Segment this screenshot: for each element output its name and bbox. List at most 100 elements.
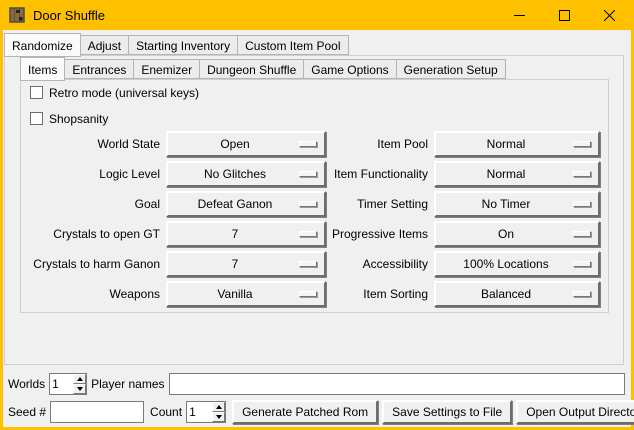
seed-input[interactable]	[50, 401, 144, 423]
logic-level-value: No Glitches	[204, 167, 266, 181]
weapons-value: Vanilla	[217, 287, 252, 301]
count-spinner-arrows	[212, 402, 225, 422]
count-label: Count	[150, 405, 182, 419]
seed-label: Seed #	[8, 405, 46, 419]
item-functionality-label: Item Functionality	[332, 161, 428, 187]
logic-level-label: Logic Level	[24, 161, 160, 187]
dropdown-indicator-icon	[299, 261, 317, 267]
crystals-open-gt-label: Crystals to open GT	[24, 221, 160, 247]
item-pool-value: Normal	[487, 137, 526, 151]
maximize-icon	[559, 10, 570, 21]
crystals-harm-ganon-dropdown[interactable]: 7	[166, 251, 326, 277]
item-sorting-value: Balanced	[481, 287, 531, 301]
goal-value: Defeat Ganon	[198, 197, 273, 211]
dropdown-indicator-icon	[299, 201, 317, 207]
crystals-open-gt-dropdown[interactable]: 7	[166, 221, 326, 247]
spinner-up-icon	[77, 377, 83, 381]
worlds-spinner	[49, 373, 87, 395]
progressive-items-value: On	[498, 227, 514, 241]
crystals-harm-ganon-value: 7	[232, 257, 239, 271]
spinner-up-icon	[216, 405, 222, 409]
count-spinner	[186, 401, 226, 423]
dropdown-indicator-icon	[573, 141, 591, 147]
item-pool-dropdown[interactable]: Normal	[434, 131, 600, 157]
goal-dropdown[interactable]: Defeat Ganon	[166, 191, 326, 217]
close-button[interactable]	[587, 0, 632, 30]
count-spin-down-button[interactable]	[212, 412, 225, 422]
dropdown-indicator-icon	[573, 231, 591, 237]
tab-adjust[interactable]: Adjust	[80, 35, 129, 55]
minimize-button[interactable]	[497, 0, 542, 30]
player-names-input[interactable]	[169, 373, 626, 395]
primary-tab-bar: Randomize Adjust Starting Inventory Cust…	[4, 33, 348, 57]
progressive-items-dropdown[interactable]: On	[434, 221, 600, 247]
options-grid: World State Open Item Pool Normal Logic …	[24, 131, 600, 307]
item-pool-label: Item Pool	[332, 131, 428, 157]
shopsanity-row: Shopsanity	[30, 111, 108, 126]
door-icon	[9, 7, 25, 23]
accessibility-dropdown[interactable]: 100% Locations	[434, 251, 600, 277]
progressive-items-label: Progressive Items	[332, 221, 428, 247]
count-input[interactable]	[187, 402, 212, 422]
app-window: Door Shuffle Randomize	[0, 0, 634, 430]
dropdown-indicator-icon	[299, 231, 317, 237]
item-functionality-value: Normal	[487, 167, 526, 181]
world-state-value: Open	[220, 137, 249, 151]
goal-label: Goal	[24, 191, 160, 217]
item-sorting-label: Item Sorting	[332, 281, 428, 307]
tab-dungeon-shuffle[interactable]: Dungeon Shuffle	[199, 59, 304, 79]
player-names-label: Player names	[91, 377, 164, 391]
tab-items[interactable]: Items	[20, 57, 65, 81]
retro-mode-checkbox[interactable]	[30, 86, 43, 99]
dropdown-indicator-icon	[573, 291, 591, 297]
dropdown-indicator-icon	[573, 171, 591, 177]
tab-randomize[interactable]: Randomize	[4, 33, 81, 57]
tab-starting-inventory[interactable]: Starting Inventory	[128, 35, 238, 55]
open-output-directory-button[interactable]: Open Output Directory	[516, 400, 634, 424]
worlds-spin-up-button[interactable]	[73, 374, 86, 384]
crystals-open-gt-value: 7	[232, 227, 239, 241]
worlds-input[interactable]	[50, 374, 73, 394]
titlebar[interactable]: Door Shuffle	[0, 0, 634, 30]
shopsanity-checkbox[interactable]	[30, 112, 43, 125]
maximize-button[interactable]	[542, 0, 587, 30]
worlds-spinner-arrows	[73, 374, 86, 394]
weapons-label: Weapons	[24, 281, 160, 307]
tab-custom-item-pool[interactable]: Custom Item Pool	[237, 35, 348, 55]
generate-patched-rom-button[interactable]: Generate Patched Rom	[232, 400, 378, 424]
spinner-down-icon	[77, 387, 83, 391]
world-state-dropdown[interactable]: Open	[166, 131, 326, 157]
dropdown-indicator-icon	[299, 171, 317, 177]
retro-mode-label: Retro mode (universal keys)	[49, 86, 199, 100]
close-icon	[604, 10, 615, 21]
worlds-spin-down-button[interactable]	[73, 384, 86, 394]
spinner-down-icon	[216, 415, 222, 419]
crystals-harm-ganon-label: Crystals to harm Ganon	[24, 251, 160, 277]
weapons-dropdown[interactable]: Vanilla	[166, 281, 326, 307]
window-controls	[497, 0, 632, 30]
window-title: Door Shuffle	[33, 8, 105, 23]
dropdown-indicator-icon	[299, 291, 317, 297]
tab-entrances[interactable]: Entrances	[64, 59, 134, 79]
retro-mode-row: Retro mode (universal keys)	[30, 85, 199, 100]
dropdown-indicator-icon	[299, 141, 317, 147]
item-sorting-dropdown[interactable]: Balanced	[434, 281, 600, 307]
count-spin-up-button[interactable]	[212, 402, 225, 412]
dropdown-indicator-icon	[573, 261, 591, 267]
seed-row: Seed # Count Generate Patched Rom Save S…	[8, 399, 625, 424]
timer-setting-value: No Timer	[482, 197, 531, 211]
timer-setting-label: Timer Setting	[332, 191, 428, 217]
tab-generation-setup[interactable]: Generation Setup	[396, 59, 506, 79]
logic-level-dropdown[interactable]: No Glitches	[166, 161, 326, 187]
worlds-row: Worlds Player names	[8, 373, 625, 395]
dropdown-indicator-icon	[573, 201, 591, 207]
tab-enemizer[interactable]: Enemizer	[133, 59, 200, 79]
minimize-icon	[514, 10, 525, 21]
item-functionality-dropdown[interactable]: Normal	[434, 161, 600, 187]
accessibility-value: 100% Locations	[463, 257, 548, 271]
save-settings-button[interactable]: Save Settings to File	[382, 400, 512, 424]
timer-setting-dropdown[interactable]: No Timer	[434, 191, 600, 217]
world-state-label: World State	[24, 131, 160, 157]
secondary-tab-bar: Items Entrances Enemizer Dungeon Shuffle…	[20, 57, 505, 81]
tab-game-options[interactable]: Game Options	[303, 59, 396, 79]
